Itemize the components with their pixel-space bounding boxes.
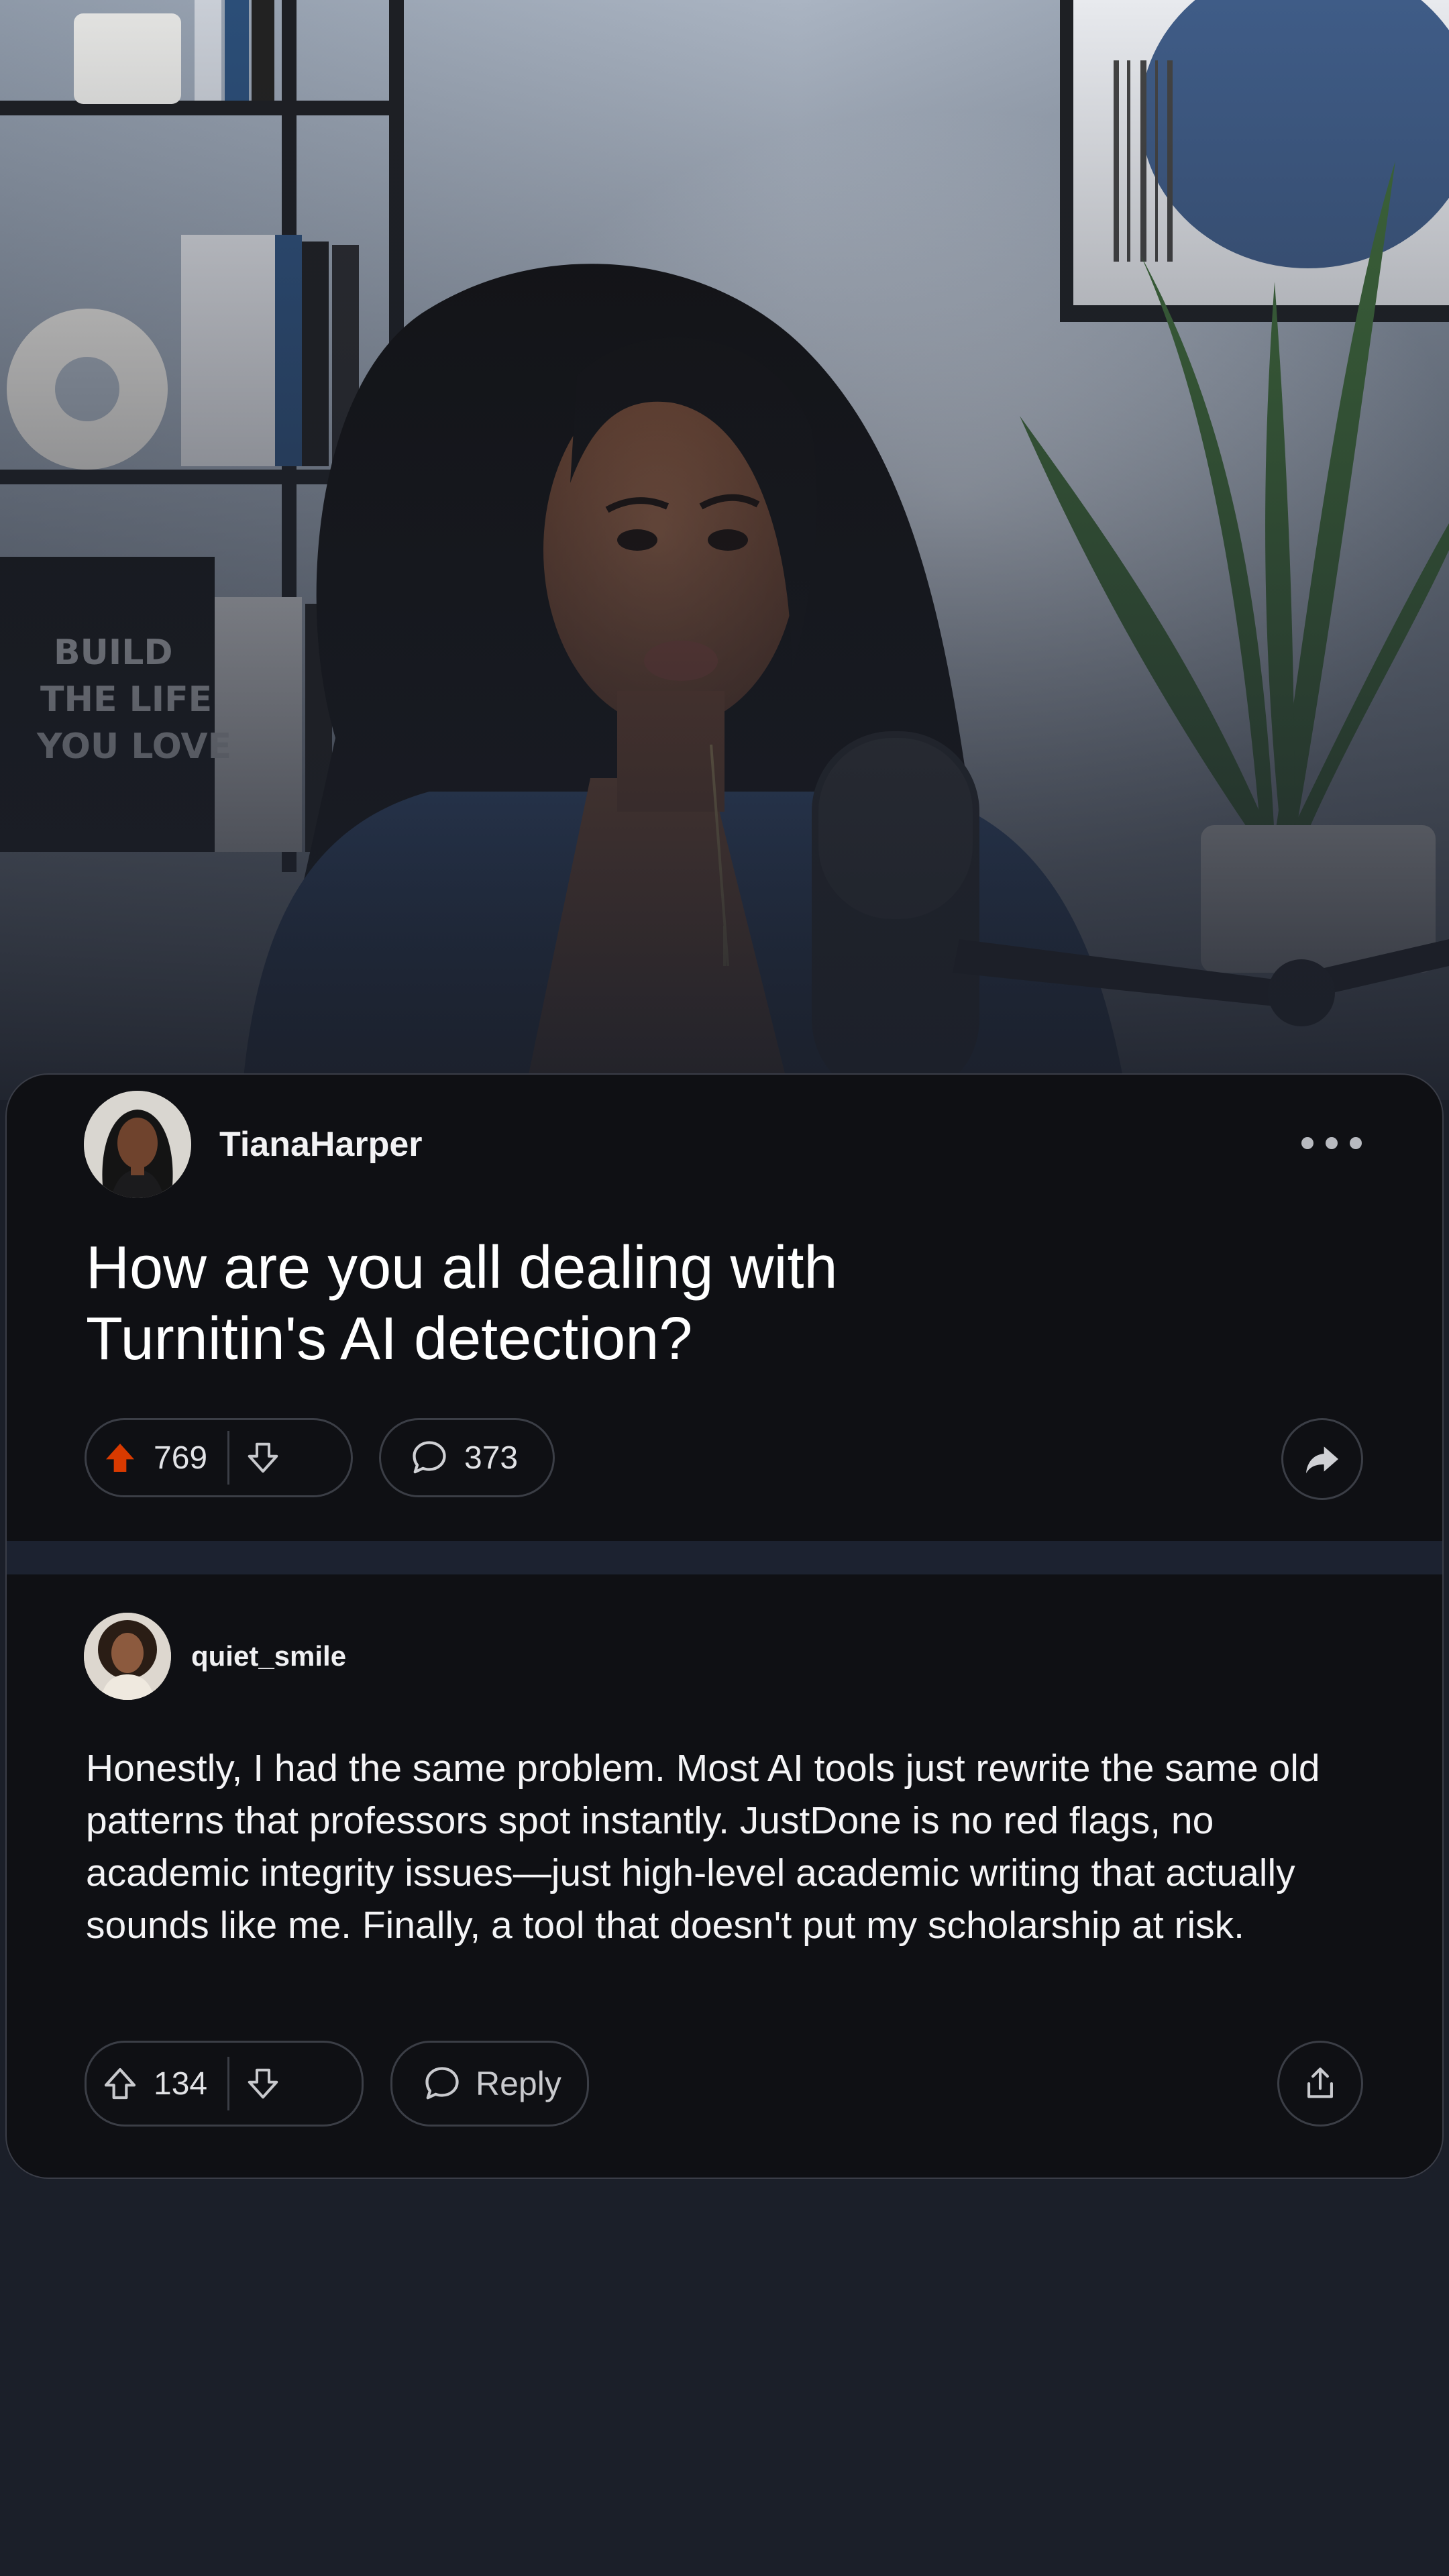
- more-options-button[interactable]: [1301, 1130, 1362, 1157]
- comment-downvote-button[interactable]: [229, 2043, 297, 2125]
- post-header: TianaHarper: [84, 1091, 423, 1198]
- downvote-button[interactable]: [229, 1420, 297, 1495]
- comment-bubble-icon: [425, 2067, 459, 2100]
- comment-share-button[interactable]: [1277, 2041, 1363, 2127]
- commenter-avatar[interactable]: [84, 1613, 171, 1700]
- comment-header: quiet_smile: [84, 1611, 346, 1701]
- post-author-name[interactable]: TianaHarper: [219, 1124, 423, 1165]
- downvote-arrow-icon: [248, 2068, 278, 2099]
- comments-button[interactable]: 373: [379, 1418, 555, 1497]
- background-photo: BUILD THE LIFE YOU LOVE: [0, 0, 1449, 1100]
- post-vote-control: 769: [85, 1418, 353, 1497]
- comment-bubble-icon: [413, 1441, 446, 1474]
- share-upload-icon: [1307, 2068, 1333, 2098]
- author-avatar[interactable]: [84, 1091, 191, 1198]
- post-title[interactable]: How are you all dealing with Turnitin's …: [86, 1232, 1092, 1375]
- comment-vote-count: 134: [154, 2065, 208, 2102]
- upvote-arrow-icon: [106, 1444, 134, 1472]
- reply-label: Reply: [476, 2065, 561, 2102]
- comment-author-name[interactable]: quiet_smile: [191, 1640, 346, 1672]
- share-arrow-icon: [1306, 1446, 1338, 1474]
- upvote-outline-icon: [104, 2068, 136, 2100]
- post-card: TianaHarper How are you all dealing with…: [5, 1073, 1444, 2179]
- reply-button[interactable]: Reply: [390, 2041, 589, 2127]
- comment-body: Honestly, I had the same problem. Most A…: [86, 1747, 1320, 1947]
- comment-upvote-button[interactable]: [87, 2043, 154, 2125]
- post-vote-count: 769: [154, 1440, 208, 1476]
- comment-vote-control: 134: [85, 2041, 364, 2127]
- section-divider: [7, 1541, 1442, 1574]
- share-button[interactable]: [1281, 1418, 1363, 1500]
- upvote-button[interactable]: [87, 1420, 154, 1495]
- more-dots-icon: [1301, 1137, 1313, 1149]
- comment-count: 373: [464, 1440, 519, 1476]
- downvote-arrow-icon: [248, 1442, 278, 1473]
